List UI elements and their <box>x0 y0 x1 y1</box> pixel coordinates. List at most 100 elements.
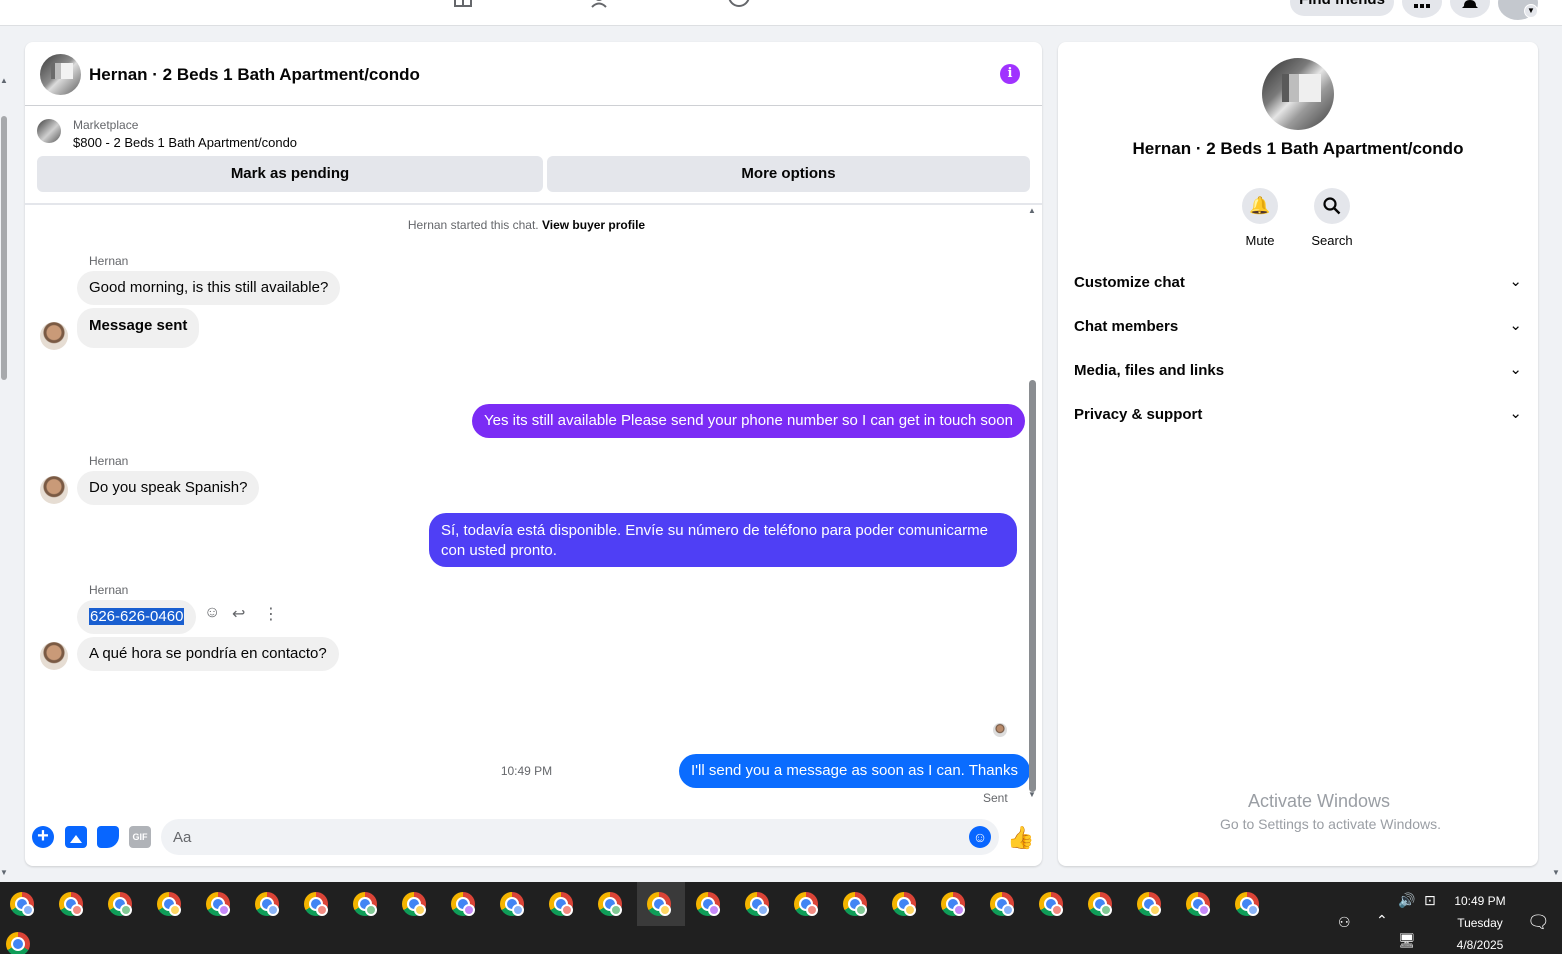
message-scrollbar[interactable]: ▲ ▼ <box>1028 206 1038 802</box>
message-input[interactable] <box>173 819 933 855</box>
clock-day[interactable]: Tuesday <box>1440 916 1520 930</box>
incoming-message[interactable]: Good morning, is this still available? <box>77 271 341 305</box>
selected-phone-number[interactable]: 626-626-0460 <box>89 608 185 625</box>
bell-icon[interactable]: 🔔 <box>1242 188 1278 224</box>
taskbar-chrome-window[interactable] <box>833 882 881 926</box>
taskbar-chrome-window[interactable] <box>343 882 391 926</box>
chevron-down-icon[interactable]: ⌄ <box>1509 360 1522 378</box>
chat-panel: Hernan · 2 Beds 1 Bath Apartment/condo i… <box>25 42 1042 866</box>
incoming-message[interactable]: Do you speak Spanish? <box>77 471 260 505</box>
gif-icon[interactable]: GIF <box>129 826 151 848</box>
meet-icon[interactable]: ⊡ <box>1424 892 1436 909</box>
taskbar-chrome-window[interactable] <box>1127 882 1175 926</box>
page-scrollbar-right[interactable]: ▼ <box>1552 26 1562 882</box>
emoji-icon[interactable]: ☺ <box>969 826 991 848</box>
incoming-message[interactable]: Message sent <box>77 308 200 348</box>
listing-price-title[interactable]: $800 - 2 Beds 1 Bath Apartment/condo <box>73 135 297 150</box>
scroll-up-arrow-icon[interactable]: ▲ <box>0 76 8 85</box>
taskbar-chrome-window[interactable] <box>980 882 1028 926</box>
taskbar-chrome-window[interactable] <box>490 882 538 926</box>
marketplace-nav-icon[interactable] <box>452 0 474 8</box>
details-avatar[interactable] <box>1262 58 1334 130</box>
plus-icon[interactable]: + <box>32 826 54 848</box>
message-composer: + GIF ☺ 👍 <box>25 812 1042 866</box>
friends-nav-icon[interactable] <box>590 0 612 8</box>
chat-details-panel: Hernan · 2 Beds 1 Bath Apartment/condo 🔔… <box>1058 42 1538 866</box>
media-files-links-section[interactable]: Media, files and links ⌄ <box>1074 350 1522 394</box>
outgoing-message[interactable]: I'll send you a message as soon as I can… <box>679 754 1030 788</box>
thumbs-up-icon[interactable]: 👍 <box>1007 825 1034 851</box>
search-action[interactable]: Search <box>1302 188 1362 248</box>
chat-title[interactable]: Hernan · 2 Beds 1 Bath Apartment/condo <box>89 65 420 85</box>
taskbar-chrome-window[interactable] <box>1176 882 1224 926</box>
chevron-down-icon[interactable]: ⌄ <box>1509 404 1522 422</box>
taskbar-chrome-window[interactable] <box>196 882 244 926</box>
notifications-button[interactable] <box>1450 0 1490 18</box>
chevron-down-icon[interactable]: ⌄ <box>1509 316 1522 334</box>
search-icon[interactable] <box>1314 188 1350 224</box>
taskbar-chrome-window[interactable] <box>245 882 293 926</box>
taskbar-chrome-window[interactable] <box>392 882 440 926</box>
sender-avatar[interactable] <box>40 322 68 350</box>
photo-icon[interactable] <box>65 826 87 848</box>
volume-icon[interactable]: 🔊 <box>1398 892 1415 909</box>
taskbar-chrome-window[interactable] <box>0 882 48 926</box>
scroll-down-arrow-icon[interactable]: ▼ <box>1028 790 1036 799</box>
chevron-up-icon[interactable]: ⌃ <box>1376 912 1388 929</box>
taskbar-chrome-window[interactable] <box>686 882 734 926</box>
taskbar-chrome-window[interactable] <box>147 882 195 926</box>
more-options-button[interactable]: More options <box>547 156 1030 192</box>
taskbar-chrome-window[interactable] <box>441 882 489 926</box>
groups-nav-icon[interactable] <box>728 0 750 8</box>
scrollbar-thumb[interactable] <box>1 116 7 380</box>
view-buyer-profile-link[interactable]: View buyer profile <box>542 218 645 232</box>
taskbar-chrome-window[interactable] <box>1078 882 1126 926</box>
taskbar-chrome-window[interactable] <box>98 882 146 926</box>
sticker-icon[interactable] <box>97 826 119 848</box>
menu-grid-button[interactable] <box>1402 0 1442 18</box>
chevron-down-icon[interactable]: ⌄ <box>1509 272 1522 290</box>
scroll-up-arrow-icon[interactable]: ▲ <box>1028 206 1036 215</box>
sender-avatar[interactable] <box>40 476 68 504</box>
page-scrollbar-left[interactable]: ▲ ▼ <box>0 26 10 882</box>
incoming-message[interactable]: 626-626-0460 <box>77 600 197 634</box>
profile-badge-icon <box>904 904 916 916</box>
taskbar-chrome-window[interactable] <box>1225 882 1273 926</box>
action-center-icon[interactable]: 🗨 <box>1527 912 1550 933</box>
mark-as-pending-button[interactable]: Mark as pending <box>37 156 543 192</box>
taskbar-chrome-window[interactable] <box>784 882 832 926</box>
react-emoji-icon[interactable]: ☺ <box>204 604 220 622</box>
customize-chat-section[interactable]: Customize chat ⌄ <box>1074 262 1522 306</box>
network-icon[interactable]: 🖥 <box>1398 932 1416 949</box>
clock-time[interactable]: 10:49 PM <box>1440 894 1520 908</box>
taskbar-chrome-window[interactable] <box>931 882 979 926</box>
chat-avatar[interactable] <box>40 54 81 95</box>
listing-thumbnail[interactable] <box>37 119 61 143</box>
incoming-message[interactable]: A qué hora se pondría en contacto? <box>77 637 339 671</box>
chevron-down-icon[interactable]: ▼ <box>1524 4 1538 18</box>
taskbar-chrome-window[interactable] <box>49 882 97 926</box>
find-friends-button[interactable]: Find friends <box>1290 0 1394 16</box>
taskbar-chrome-window[interactable] <box>1029 882 1077 926</box>
taskbar-chrome-window[interactable] <box>539 882 587 926</box>
taskbar-chrome-window[interactable] <box>882 882 930 926</box>
taskbar-chrome-window[interactable] <box>637 882 685 926</box>
outgoing-message[interactable]: Sí, todavía está disponible. Envíe su nú… <box>429 513 1017 567</box>
mute-action[interactable]: 🔔 Mute <box>1230 188 1290 248</box>
taskbar-chrome-window[interactable] <box>294 882 342 926</box>
info-icon[interactable]: i <box>1000 64 1020 84</box>
sender-avatar[interactable] <box>40 642 68 670</box>
people-icon[interactable]: ⚇ <box>1338 914 1351 931</box>
scroll-down-arrow-icon[interactable]: ▼ <box>1552 868 1560 877</box>
scroll-down-arrow-icon[interactable]: ▼ <box>0 868 8 877</box>
clock-date[interactable]: 4/8/2025 <box>1440 938 1520 952</box>
privacy-support-section[interactable]: Privacy & support ⌄ <box>1074 394 1522 438</box>
taskbar-chrome-window[interactable] <box>735 882 783 926</box>
profile-badge-icon <box>1247 904 1259 916</box>
more-vertical-icon[interactable]: ⋮ <box>263 604 279 624</box>
scrollbar-thumb[interactable] <box>1029 380 1036 792</box>
outgoing-message[interactable]: Yes its still available Please send your… <box>472 404 1025 438</box>
chat-members-section[interactable]: Chat members ⌄ <box>1074 306 1522 350</box>
taskbar-chrome-window[interactable] <box>588 882 636 926</box>
reply-icon[interactable]: ↩ <box>232 604 245 624</box>
